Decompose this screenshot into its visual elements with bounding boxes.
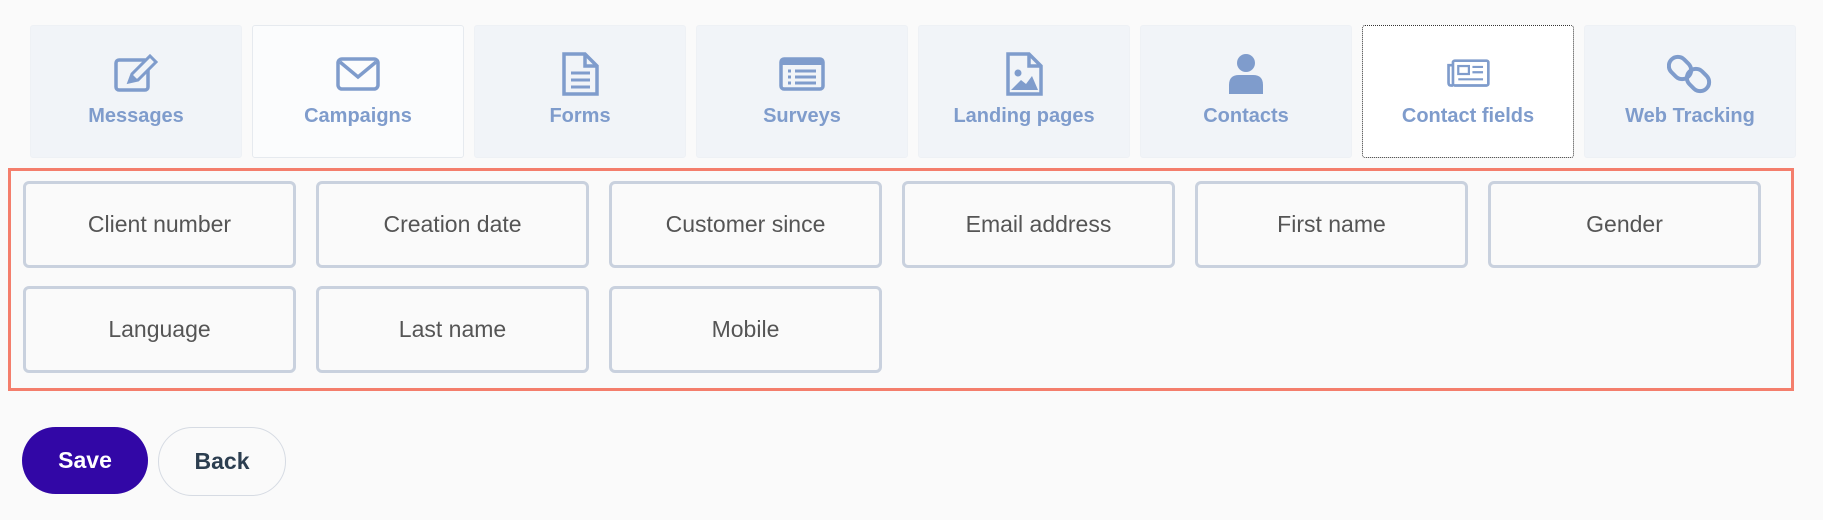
field-gender[interactable]: Gender (1488, 181, 1761, 268)
tab-messages[interactable]: Messages (30, 25, 242, 158)
field-language[interactable]: Language (23, 286, 296, 373)
field-email-address[interactable]: Email address (902, 181, 1175, 268)
category-tabs: Messages Campaigns Forms Surveys Landing… (30, 25, 1796, 158)
tab-contacts[interactable]: Contacts (1140, 25, 1352, 158)
form-actions: Save Back (22, 427, 286, 496)
tab-label: Surveys (763, 105, 841, 127)
tab-web-tracking[interactable]: Web Tracking (1584, 25, 1796, 158)
tab-label: Web Tracking (1625, 105, 1755, 127)
image-file-icon (1001, 52, 1047, 96)
edit-icon (113, 54, 159, 94)
envelope-icon (335, 54, 381, 94)
tab-label: Contact fields (1401, 105, 1535, 127)
tab-landing-pages[interactable]: Landing pages (918, 25, 1130, 158)
tab-surveys[interactable]: Surveys (696, 25, 908, 158)
contact-fields-grid: Client number Creation date Customer sin… (23, 181, 1791, 373)
document-icon (557, 52, 603, 96)
tab-label: Campaigns (304, 105, 412, 127)
contact-fields-panel: Client number Creation date Customer sin… (8, 168, 1794, 391)
save-button[interactable]: Save (22, 427, 148, 494)
link-icon (1667, 54, 1713, 94)
tab-contact-fields[interactable]: Contact fields (1362, 25, 1574, 158)
list-icon (779, 54, 825, 94)
tab-label: Landing pages (953, 105, 1095, 127)
tab-label: Forms (549, 105, 611, 127)
field-creation-date[interactable]: Creation date (316, 181, 589, 268)
field-first-name[interactable]: First name (1195, 181, 1468, 268)
tab-campaigns[interactable]: Campaigns (252, 25, 464, 158)
field-client-number[interactable]: Client number (23, 181, 296, 268)
field-customer-since[interactable]: Customer since (609, 181, 882, 268)
tab-label: Contacts (1203, 105, 1289, 127)
newspaper-icon (1445, 54, 1491, 94)
tab-forms[interactable]: Forms (474, 25, 686, 158)
field-mobile[interactable]: Mobile (609, 286, 882, 373)
user-icon (1223, 54, 1269, 94)
back-button[interactable]: Back (158, 427, 286, 496)
field-last-name[interactable]: Last name (316, 286, 589, 373)
tab-label: Messages (88, 105, 184, 127)
